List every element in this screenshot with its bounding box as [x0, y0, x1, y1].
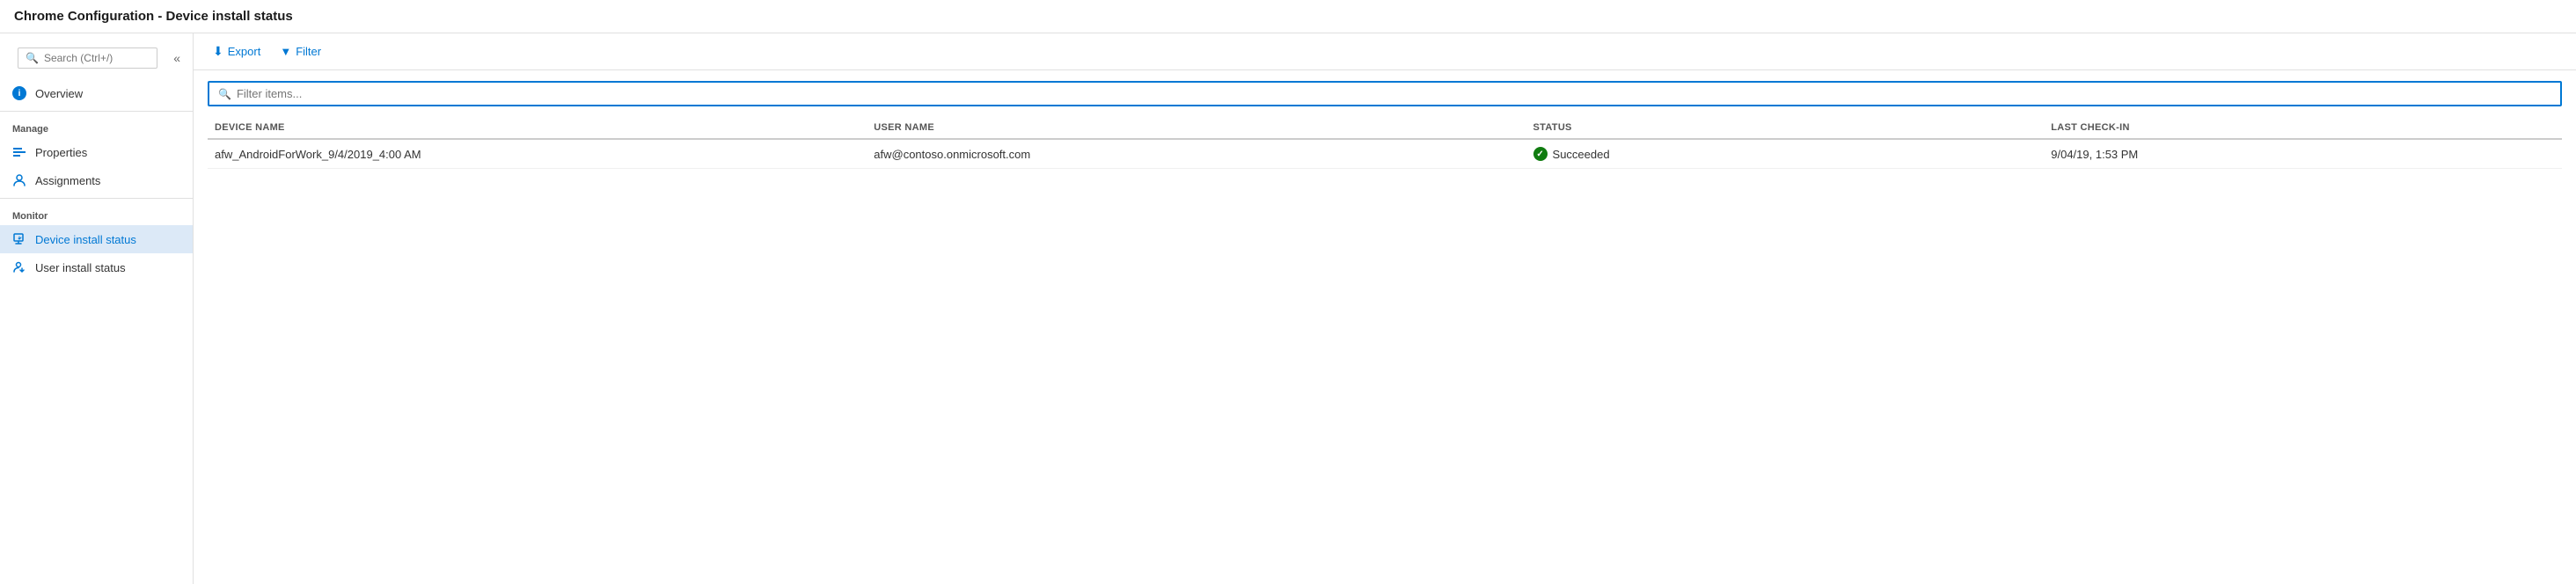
sidebar-item-user-install-status[interactable]: User install status — [0, 253, 193, 281]
sidebar-search-icon: 🔍 — [26, 52, 39, 64]
filter-label: Filter — [296, 45, 321, 58]
col-header-last-checkin: LAST CHECK-IN — [2044, 117, 2562, 139]
filter-search-icon: 🔍 — [218, 88, 231, 100]
cell-last-checkin: 9/04/19, 1:53 PM — [2044, 139, 2562, 169]
manage-section-header: Manage — [0, 115, 193, 138]
table-header-row: DEVICE NAME USER NAME STATUS LAST CHECK-… — [208, 117, 2562, 139]
export-label: Export — [228, 45, 261, 58]
sidebar-item-label: Assignments — [35, 174, 100, 187]
monitor-divider — [0, 198, 193, 199]
sidebar: 🔍 « i Overview Manage Properties — [0, 33, 194, 584]
sidebar-item-device-install-status[interactable]: Device install status — [0, 225, 193, 253]
filter-bar: 🔍 — [208, 81, 2562, 106]
col-header-user-name: USER NAME — [867, 117, 1526, 139]
filter-icon: ▼ — [280, 45, 291, 58]
cell-status: Succeeded — [1526, 139, 2045, 169]
sidebar-item-label: User install status — [35, 261, 126, 274]
sidebar-item-properties[interactable]: Properties — [0, 138, 193, 166]
device-install-icon — [12, 232, 26, 246]
filter-input[interactable] — [237, 87, 2551, 100]
status-text: Succeeded — [1553, 148, 1610, 161]
user-install-icon — [12, 260, 26, 274]
main-layout: 🔍 « i Overview Manage Properties — [0, 33, 2576, 584]
col-header-device-name: DEVICE NAME — [208, 117, 867, 139]
sidebar-item-label: Device install status — [35, 233, 136, 246]
table-area: 🔍 DEVICE NAME USER NAME STATUS LAST CHEC… — [194, 70, 2576, 584]
status-success-icon — [1533, 147, 1548, 161]
toolbar: ⬇ Export ▼ Filter — [194, 33, 2576, 70]
export-icon: ⬇ — [213, 44, 223, 59]
col-header-status: STATUS — [1526, 117, 2045, 139]
page-title: Chrome Configuration - Device install st… — [14, 9, 293, 24]
properties-icon — [12, 145, 26, 159]
cell-device-name: afw_AndroidForWork_9/4/2019_4:00 AM — [208, 139, 867, 169]
filter-button[interactable]: ▼ Filter — [274, 41, 326, 62]
content-area: ⬇ Export ▼ Filter 🔍 DEVICE NAME USER NAM — [194, 33, 2576, 584]
sidebar-item-label: Overview — [35, 87, 83, 100]
sidebar-item-overview[interactable]: i Overview — [0, 79, 193, 107]
sidebar-search-container: 🔍 — [18, 47, 157, 69]
sidebar-item-label: Properties — [35, 146, 87, 159]
monitor-section-header: Monitor — [0, 202, 193, 225]
data-table: DEVICE NAME USER NAME STATUS LAST CHECK-… — [208, 117, 2562, 169]
sidebar-item-assignments[interactable]: Assignments — [0, 166, 193, 194]
sidebar-collapse-button[interactable]: « — [170, 49, 184, 67]
manage-divider — [0, 111, 193, 112]
export-button[interactable]: ⬇ Export — [208, 40, 266, 62]
table-row: afw_AndroidForWork_9/4/2019_4:00 AMafw@c… — [208, 139, 2562, 169]
cell-user-name: afw@contoso.onmicrosoft.com — [867, 139, 1526, 169]
info-icon: i — [12, 86, 26, 100]
sidebar-search-input[interactable] — [44, 52, 150, 64]
title-bar: Chrome Configuration - Device install st… — [0, 0, 2576, 33]
assignments-icon — [12, 173, 26, 187]
